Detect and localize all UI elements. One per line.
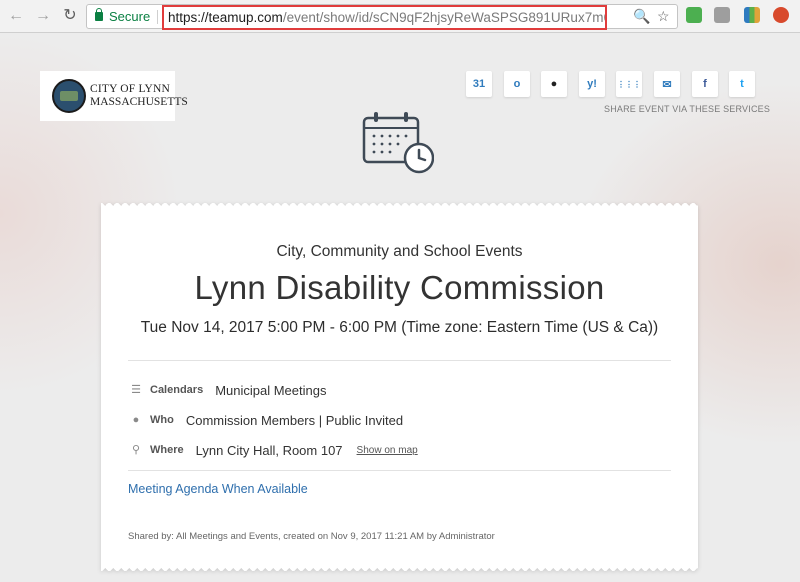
url-field[interactable]: https://teamup.com/event/show/id/sCN9qF2… (162, 5, 607, 30)
logo-line-2: MASSACHUSETTS (90, 96, 188, 108)
email-icon[interactable]: ✉ (654, 71, 680, 97)
calendars-label: Calendars (150, 384, 204, 396)
calendar-clock-icon (362, 112, 434, 174)
omnibox-separator (157, 10, 158, 24)
address-bar[interactable]: Secure https://teamup.com/event/show/id/… (86, 4, 678, 30)
divider (128, 470, 671, 471)
who-label: Who (150, 414, 174, 426)
people-icon: ● (132, 414, 140, 426)
outlook-icon[interactable]: o (504, 71, 530, 97)
who-value: Commission Members | Public Invited (185, 412, 404, 428)
grid-apps-icon[interactable]: ⋮⋮⋮ (616, 71, 642, 97)
shared-by-text: Shared by: All Meetings and Events, crea… (128, 531, 495, 542)
lock-icon (95, 8, 103, 21)
city-seal-icon (52, 79, 86, 113)
page-background: CITY OF LYNN MASSACHUSETTS 31 o ● y! ⋮⋮⋮… (0, 34, 800, 582)
card-zigzag-top (101, 203, 698, 209)
calendars-value: Municipal Meetings (215, 382, 327, 398)
card-zigzag-bottom (101, 565, 698, 571)
star-icon[interactable]: ☆ (657, 8, 670, 25)
facebook-icon[interactable]: f (692, 71, 718, 97)
zoom-icon[interactable]: 🔍 (633, 8, 650, 25)
event-datetime: Tue Nov 14, 2017 5:00 PM - 6:00 PM (Time… (140, 319, 659, 336)
logo-line-1: CITY OF LYNN (90, 83, 171, 95)
secure-label: Secure (109, 9, 151, 24)
secure-indicator[interactable]: Secure (95, 8, 151, 24)
browser-toolbar: ← → ↻ Secure https://teamup.com/event/sh… (0, 0, 800, 33)
extension-red-icon[interactable] (773, 7, 789, 23)
city-logo[interactable]: CITY OF LYNN MASSACHUSETTS (40, 71, 188, 121)
share-label: SHARE EVENT VIA THESE SERVICES (604, 104, 771, 114)
list-icon: ☰ (131, 384, 141, 396)
extension-gray-icon[interactable] (714, 7, 730, 23)
forward-icon[interactable]: → (33, 6, 53, 26)
divider (128, 360, 671, 361)
share-buttons: 31 o ● y! ⋮⋮⋮ ✉ f t (466, 71, 766, 97)
show-on-map-link[interactable]: Show on map (357, 445, 418, 456)
reload-icon[interactable]: ↻ (60, 6, 80, 26)
url-domain: https://teamup.com (168, 10, 283, 25)
where-value: Lynn City Hall, Room 107 (195, 442, 343, 458)
extension-green-icon[interactable] (686, 7, 702, 23)
calendars-row: ☰ Calendars Municipal Meetings (130, 381, 326, 399)
yahoo-icon[interactable]: y! (579, 71, 605, 97)
twitter-icon[interactable]: t (729, 71, 755, 97)
who-row: ● Who Commission Members | Public Invite… (130, 411, 403, 429)
event-card: City, Community and School Events Lynn D… (101, 203, 698, 571)
extension-bars-icon[interactable] (744, 7, 760, 23)
google-calendar-icon[interactable]: 31 (466, 71, 492, 97)
url-path: /event/show/id/sCN9qF2hjsyReWaSPSG891URu… (282, 10, 607, 25)
agenda-link[interactable]: Meeting Agenda When Available (128, 482, 308, 496)
where-row: ⚲ Where Lynn City Hall, Room 107 Show on… (130, 441, 418, 459)
event-title: Lynn Disability Commission (194, 269, 605, 306)
map-pin-icon: ⚲ (131, 444, 141, 456)
back-icon[interactable]: ← (6, 6, 26, 26)
apple-icon[interactable]: ● (541, 71, 567, 97)
calendar-name: City, Community and School Events (276, 243, 523, 260)
where-label: Where (150, 444, 184, 456)
